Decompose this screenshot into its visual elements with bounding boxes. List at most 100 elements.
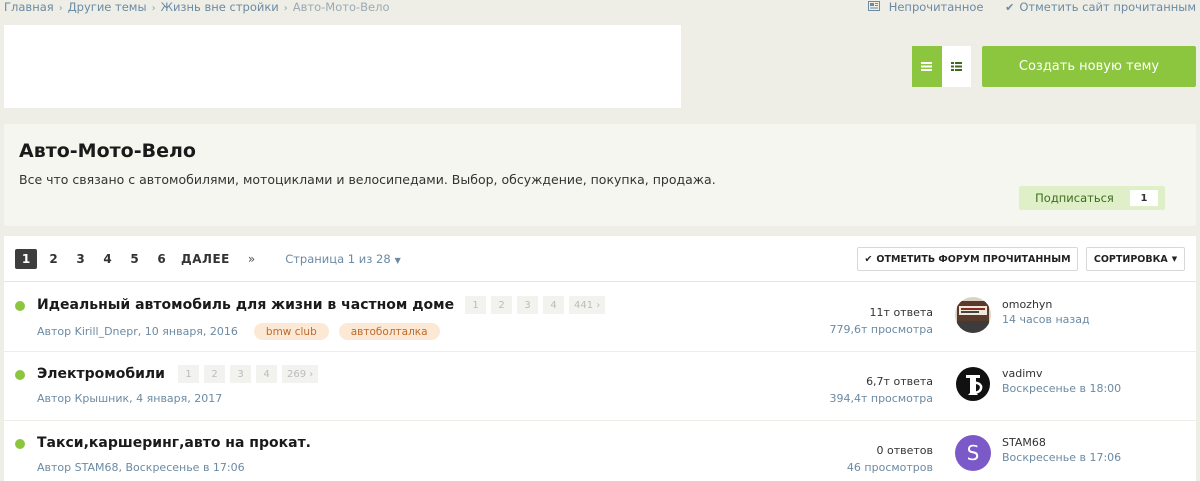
forum-header: Авто-Мото-Вело Все что связано с автомоб… bbox=[4, 124, 1196, 226]
topic-author[interactable]: Автор Kirill_Dnepr, 10 января, 2016 bbox=[37, 325, 238, 338]
topic-tag[interactable]: bmw club bbox=[253, 323, 329, 340]
topic-pages: 1 2 3 4 269 › bbox=[178, 365, 323, 383]
breadcrumb-separator: › bbox=[151, 3, 156, 14]
topic-page-link[interactable]: 3 bbox=[517, 296, 538, 314]
topic-meta: Автор Крышник, 4 января, 2017 bbox=[37, 392, 222, 405]
new-topic-button[interactable]: Создать новую тему bbox=[982, 46, 1196, 87]
last-post-time[interactable]: Воскресенье в 17:06 bbox=[1002, 450, 1121, 465]
topic-author[interactable]: Автор STAM68, Воскресенье в 17:06 bbox=[37, 461, 245, 474]
mark-site-read-link[interactable]: ✔ Отметить сайт прочитанным bbox=[1005, 0, 1196, 14]
view-toggle bbox=[912, 46, 971, 87]
last-page-link[interactable]: » bbox=[248, 252, 255, 266]
topic-author[interactable]: Автор Крышник, 4 января, 2017 bbox=[37, 392, 222, 405]
page-link-current[interactable]: 1 bbox=[15, 249, 37, 269]
mark-forum-read-label: ОТМЕТИТЬ ФОРУМ ПРОЧИТАННЫМ bbox=[876, 253, 1071, 265]
forum-description: Все что связано с автомобилями, мотоцикл… bbox=[19, 172, 716, 187]
caret-down-icon: ▼ bbox=[394, 256, 401, 265]
breadcrumb-life-outside[interactable]: Жизнь вне стройки bbox=[161, 0, 279, 14]
sort-button[interactable]: СОРТИРОВКА ▼ bbox=[1086, 247, 1185, 271]
pagination: 1 2 3 4 5 6 ДАЛЕЕ » Страница 1 из 28 ▼ bbox=[15, 249, 401, 269]
avatar-letter: S bbox=[966, 441, 980, 465]
reply-count: 6,7т ответа bbox=[866, 375, 933, 388]
topic-page-link[interactable]: 1 bbox=[465, 296, 486, 314]
topic-page-link[interactable]: 3 bbox=[230, 365, 251, 383]
last-poster[interactable]: omozhyn bbox=[1002, 297, 1090, 312]
forum-title: Авто-Мото-Вело bbox=[19, 140, 196, 162]
topic-page-link[interactable]: 2 bbox=[204, 365, 225, 383]
view-count: 46 просмотров bbox=[846, 461, 933, 474]
compact-view-button[interactable] bbox=[941, 46, 971, 87]
topic-meta: Автор Kirill_Dnepr, 10 января, 2016 bmw … bbox=[37, 323, 440, 340]
topic-stats: 0 ответов 46 просмотров bbox=[847, 442, 933, 476]
topic-title[interactable]: Такси,каршеринг,авто на прокат. bbox=[37, 435, 311, 451]
sort-label: СОРТИРОВКА bbox=[1093, 253, 1168, 265]
subscribe-label: Подписаться bbox=[1035, 191, 1114, 205]
last-post: STAM68 Воскресенье в 17:06 bbox=[1002, 435, 1121, 465]
breadcrumb-separator: › bbox=[58, 3, 63, 14]
list-icon bbox=[921, 62, 933, 71]
unread-link[interactable]: Непрочитанное bbox=[868, 0, 987, 14]
page-link[interactable]: 3 bbox=[67, 249, 94, 269]
check-icon: ✔ bbox=[864, 253, 873, 265]
topic-list: 1 2 3 4 5 6 ДАЛЕЕ » Страница 1 из 28 ▼ ✔ О… bbox=[4, 236, 1196, 481]
view-count: 394,4т просмотра bbox=[829, 392, 933, 405]
ad-banner bbox=[4, 25, 681, 108]
topic-tag[interactable]: автоболталка bbox=[338, 323, 440, 340]
subscribe-count: 1 bbox=[1130, 190, 1158, 206]
check-icon: ✔ bbox=[1005, 1, 1015, 14]
breadcrumb-home[interactable]: Главная bbox=[4, 0, 54, 14]
subscribe-button[interactable]: Подписаться 1 bbox=[1019, 186, 1165, 210]
page-jump-label: Страница 1 из 28 bbox=[285, 252, 391, 266]
unread-label: Непрочитанное bbox=[888, 0, 984, 14]
topic-page-link[interactable]: 4 bbox=[543, 296, 564, 314]
breadcrumb-current: Авто-Мото-Вело bbox=[292, 0, 390, 14]
breadcrumb-separator: › bbox=[283, 3, 288, 14]
page-link[interactable]: 4 bbox=[94, 249, 121, 269]
topic-stats: 11т ответа 779,6т просмотра bbox=[829, 304, 933, 338]
pagination-bar: 1 2 3 4 5 6 ДАЛЕЕ » Страница 1 из 28 ▼ ✔ О… bbox=[4, 236, 1196, 282]
next-page-link[interactable]: ДАЛЕЕ bbox=[181, 252, 230, 266]
unread-dot-icon bbox=[15, 301, 25, 311]
topic-page-link-last[interactable]: 441 › bbox=[569, 296, 606, 314]
reply-count: 11т ответа bbox=[869, 306, 933, 319]
topic-page-link-last[interactable]: 269 › bbox=[282, 365, 319, 383]
unread-dot-icon bbox=[15, 370, 25, 380]
topic-title[interactable]: Идеальный автомобиль для жизни в частном… bbox=[37, 297, 454, 313]
topic-row[interactable]: Идеальный автомобиль для жизни в частном… bbox=[4, 283, 1196, 352]
last-poster[interactable]: vadimv bbox=[1002, 366, 1121, 381]
newspaper-icon bbox=[868, 1, 884, 14]
last-post-time[interactable]: Воскресенье в 18:00 bbox=[1002, 381, 1121, 396]
top-bar: Главная › Другие темы › Жизнь вне стройки › Ав… bbox=[0, 0, 1200, 18]
breadcrumb: Главная › Другие темы › Жизнь вне стройки › Ав… bbox=[4, 0, 390, 14]
photo-avatar-icon[interactable] bbox=[955, 297, 991, 333]
reply-count: 0 ответов bbox=[876, 444, 933, 457]
caret-down-icon: ▼ bbox=[1171, 255, 1178, 263]
topic-meta: Автор STAM68, Воскресенье в 17:06 bbox=[37, 461, 245, 474]
topic-page-link[interactable]: 4 bbox=[256, 365, 277, 383]
top-links: Непрочитанное ✔ Отметить сайт прочитанным bbox=[850, 0, 1196, 14]
topic-page-link[interactable]: 1 bbox=[178, 365, 199, 383]
topic-pages: 1 2 3 4 441 › bbox=[465, 296, 610, 314]
topic-row[interactable]: Такси,каршеринг,авто на прокат. Автор ST… bbox=[4, 421, 1196, 481]
page-link[interactable]: 6 bbox=[148, 249, 175, 269]
last-post: omozhyn 14 часов назад bbox=[1002, 297, 1090, 327]
mark-forum-read-button[interactable]: ✔ ОТМЕТИТЬ ФОРУМ ПРОЧИТАННЫМ bbox=[857, 247, 1078, 271]
topic-stats: 6,7т ответа 394,4т просмотра bbox=[829, 373, 933, 407]
compact-list-icon bbox=[950, 62, 962, 71]
page-link[interactable]: 5 bbox=[121, 249, 148, 269]
view-count: 779,6т просмотра bbox=[829, 323, 933, 336]
last-post-time[interactable]: 14 часов назад bbox=[1002, 312, 1090, 327]
last-post: vadimv Воскресенье в 18:00 bbox=[1002, 366, 1121, 396]
breadcrumb-other-topics[interactable]: Другие темы bbox=[68, 0, 147, 14]
topic-row[interactable]: Электромобили 1 2 3 4 269 › Автор Крышни… bbox=[4, 352, 1196, 421]
page-jump-dropdown[interactable]: Страница 1 из 28 ▼ bbox=[285, 252, 401, 266]
mark-site-read-label: Отметить сайт прочитанным bbox=[1019, 0, 1196, 14]
list-view-button[interactable] bbox=[912, 46, 942, 87]
letter-avatar-icon[interactable] bbox=[955, 366, 991, 402]
letter-avatar-icon[interactable]: S bbox=[955, 435, 991, 471]
page-link[interactable]: 2 bbox=[40, 249, 67, 269]
topic-page-link[interactable]: 2 bbox=[491, 296, 512, 314]
topic-title[interactable]: Электромобили bbox=[37, 366, 165, 382]
unread-dot-icon bbox=[15, 439, 25, 449]
last-poster[interactable]: STAM68 bbox=[1002, 435, 1121, 450]
